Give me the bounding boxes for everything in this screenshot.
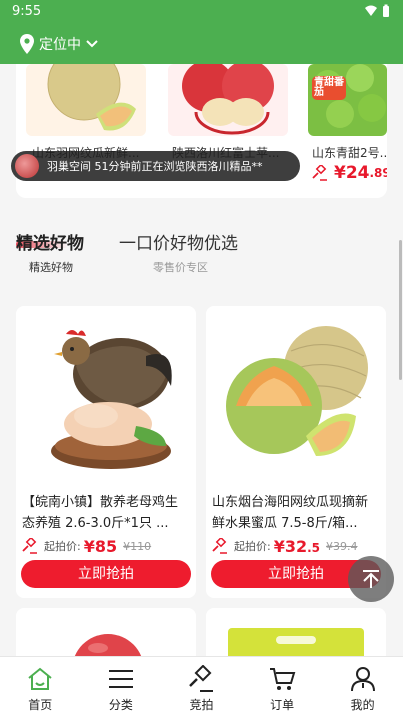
strip-item-price: ¥24.89 [312,163,387,183]
start-price-label: 起拍价: [44,540,81,553]
nav-label: 首页 [28,698,53,712]
start-price-label: 起拍价: [234,540,271,553]
home-icon [28,667,52,690]
auction-hammer-icon [22,538,37,554]
menu-icon [108,670,133,688]
tomato-thumbnail[interactable]: 青甜番茄 [308,64,387,136]
current-price: ¥85 [84,537,117,556]
bottom-navigation: 首页 分类 竞拍 订单 我的 [0,656,403,718]
strip-price-decimal: .89 [369,166,388,180]
location-label: 定位中 [39,37,81,53]
nav-label: 分类 [108,698,133,712]
auction-hammer-icon [212,538,227,554]
price-row: 起拍价: ¥32.5 ¥39.4 [212,536,358,556]
status-time: 9:55 [12,4,42,19]
tomato-badge-label: 青甜番茄 [314,77,344,98]
bid-now-button[interactable]: 立即抢拍 [21,560,191,588]
nav-item-orders[interactable]: 订单 [242,657,323,718]
tab-featured[interactable]: 精选好物 [16,229,84,254]
nav-item-category[interactable]: 分类 [81,657,162,718]
melon-thumbnail[interactable] [26,64,146,136]
location-pin-icon [20,34,34,54]
strip-item-name: 山东青甜2号... [312,146,387,160]
original-price: ¥39.4 [326,539,358,553]
status-icons [365,4,389,17]
location-selector[interactable]: 定位中 [20,33,98,55]
scrollbar[interactable] [399,240,402,380]
product-title: 【皖南小镇】散养老母鸡生态养殖 2.6-3.0斤*1只 ... [22,495,179,531]
current-price: ¥32.5 [274,537,320,556]
tab-featured-subtitle: 精选好物 [29,261,73,274]
product-title: 山东烟台海阳网纹瓜现摘新鲜水果蜜瓜 7.5-8斤/箱... [212,495,369,531]
tab-fixed-price[interactable]: 一口价好物优选 [119,229,238,254]
user-icon [350,667,375,692]
product-card[interactable]: 山东烟台海阳网纹瓜现摘新鲜水果蜜瓜 7.5-8斤/箱... 起拍价: ¥32.5… [206,306,386,598]
back-to-top-button[interactable] [348,556,394,602]
auction-hammer-icon [189,665,214,692]
auction-hammer-icon [312,165,327,181]
tab-fixed-price-subtitle: 零售价专区 [153,261,208,274]
chevron-down-icon [86,40,98,48]
toast-message: 羽巢空间 51分钟前正在浏览陕西洛川精品** [47,160,263,173]
nav-label: 订单 [270,698,295,712]
nav-item-auction[interactable]: 竞拍 [161,657,242,718]
chicken-product-image [51,330,172,469]
cart-icon [270,668,296,690]
nav-item-profile[interactable]: 我的 [322,657,403,718]
strip-price-main: ¥24 [334,163,370,183]
price-main: ¥85 [83,536,118,556]
nav-label: 我的 [350,698,375,712]
app-header: 9:55 定位中 [0,0,403,64]
avatar [15,154,39,178]
original-price: ¥110 [123,539,152,553]
price-row: 起拍价: ¥85 ¥110 [22,536,151,556]
nav-label: 竞拍 [189,698,214,712]
product-card[interactable]: 【皖南小镇】散养老母鸡生态养殖 2.6-3.0斤*1只 ... 起拍价: ¥85… [16,306,196,598]
activity-toast: 羽巢空间 51分钟前正在浏览陕西洛川精品** [11,151,300,181]
price-main: ¥32 [273,536,308,556]
price-decimal: .5 [307,540,321,555]
arrow-up-icon [363,570,379,588]
nav-item-home[interactable]: 首页 [0,657,81,718]
melon-product-image [226,326,368,456]
apple-thumbnail[interactable] [168,64,288,136]
